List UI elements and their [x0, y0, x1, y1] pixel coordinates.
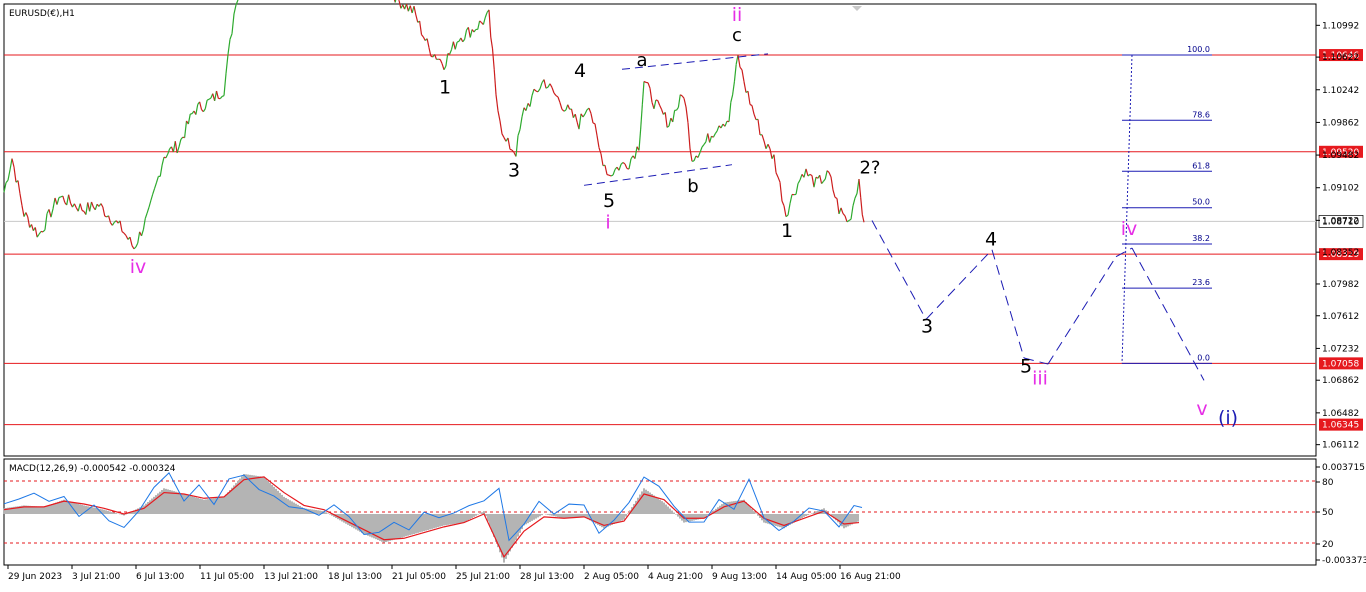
- time-tick-label: 13 Jul 21:00: [264, 572, 318, 582]
- price-tick-label: 1.09482: [1322, 151, 1359, 161]
- time-tick-label: 29 Jun 2023: [8, 572, 62, 582]
- wave-label: b: [687, 176, 698, 197]
- price-tick-label: 1.06862: [1322, 376, 1359, 386]
- wave-label: iv: [1121, 218, 1138, 240]
- price-tick-label: 1.06112: [1322, 441, 1359, 451]
- price-candle: [105, 216, 107, 217]
- fib-level-label: 23.6: [1192, 278, 1210, 287]
- price-candle: [656, 100, 658, 101]
- level-price-label: 1.06345: [1322, 421, 1359, 431]
- wave-label: iv: [130, 256, 147, 278]
- time-tick-label: 28 Jul 13:00: [520, 572, 574, 582]
- price-tick-label: 1.10622: [1322, 53, 1359, 63]
- time-tick-label: 4 Aug 21:00: [648, 572, 703, 582]
- chart-window[interactable]: 100.078.661.850.038.223.60.0iica4135ib2?…: [0, 0, 1366, 588]
- wave-label: (i): [1218, 407, 1238, 429]
- price-tick-label: 1.08722: [1322, 216, 1359, 226]
- macd-tick-label: 80: [1322, 478, 1334, 488]
- time-tick-label: 9 Aug 13:00: [712, 572, 767, 582]
- price-candle: [510, 149, 512, 150]
- fib-level-label: 38.2: [1192, 234, 1210, 243]
- time-tick-label: 3 Jul 21:00: [72, 572, 121, 582]
- chart-title: EURUSD(€),H1: [9, 9, 75, 19]
- wave-label: 1: [781, 220, 793, 242]
- price-candle: [222, 96, 224, 97]
- wave-label: 4: [574, 60, 586, 82]
- time-tick-label: 18 Jul 13:00: [328, 572, 382, 582]
- price-candle: [457, 41, 459, 42]
- wave-label: 1: [439, 76, 451, 98]
- price-tick-label: 1.07232: [1322, 344, 1359, 354]
- time-tick-label: 21 Jul 05:00: [392, 572, 446, 582]
- price-tick-label: 1.06482: [1322, 409, 1359, 419]
- macd-tick-label: 20: [1322, 540, 1334, 550]
- wave-label: i: [605, 211, 610, 233]
- price-tick-label: 1.10242: [1322, 86, 1359, 96]
- wave-label: 5: [1020, 356, 1032, 378]
- price-candle: [593, 123, 595, 124]
- time-tick-label: 25 Jul 21:00: [456, 572, 510, 582]
- price-candle: [59, 197, 61, 198]
- fib-level-label: 0.0: [1197, 353, 1210, 362]
- fib-level-label: 50.0: [1192, 198, 1210, 207]
- wave-label: 3: [921, 315, 933, 337]
- macd-tick-label: 50: [1322, 508, 1334, 518]
- wave-label: ii: [732, 4, 743, 26]
- price-tick-label: 1.09862: [1322, 118, 1359, 128]
- price-candle: [207, 99, 209, 100]
- wave-label: v: [1196, 398, 1207, 420]
- price-candle: [609, 175, 611, 176]
- price-candle: [607, 175, 609, 176]
- fib-level-label: 78.6: [1192, 110, 1210, 119]
- wave-label: iii: [1032, 368, 1048, 390]
- fib-level-label: 61.8: [1192, 161, 1210, 170]
- wave-label: 3: [508, 160, 520, 182]
- time-tick-label: 11 Jul 05:00: [200, 572, 254, 582]
- wave-label: a: [636, 50, 647, 71]
- level-price-label: 1.07058: [1322, 359, 1359, 369]
- chart-canvas[interactable]: 100.078.661.850.038.223.60.0iica4135ib2?…: [0, 0, 1366, 588]
- macd-tick-label: 0.003715: [1322, 463, 1365, 473]
- time-tick-label: 6 Jul 13:00: [136, 572, 185, 582]
- time-tick-label: 16 Aug 21:00: [840, 572, 901, 582]
- price-tick-label: 1.09102: [1322, 184, 1359, 194]
- wave-label: 5: [603, 190, 615, 212]
- wave-label: c: [732, 25, 742, 46]
- price-candle: [611, 175, 613, 176]
- time-tick-label: 14 Aug 05:00: [776, 572, 837, 582]
- macd-tick-label: -0.003373: [1322, 556, 1366, 566]
- wave-label: 4: [985, 228, 997, 250]
- fib-level-label: 100.0: [1187, 45, 1210, 54]
- price-tick-label: 1.07612: [1322, 312, 1359, 322]
- price-tick-label: 1.08352: [1322, 248, 1359, 258]
- price-tick-label: 1.07982: [1322, 280, 1359, 290]
- wave-label: 2?: [859, 157, 880, 178]
- macd-title: MACD(12,26,9) -0.000542 -0.000324: [9, 464, 176, 474]
- price-tick-label: 1.10992: [1322, 21, 1359, 31]
- time-tick-label: 2 Aug 05:00: [584, 572, 639, 582]
